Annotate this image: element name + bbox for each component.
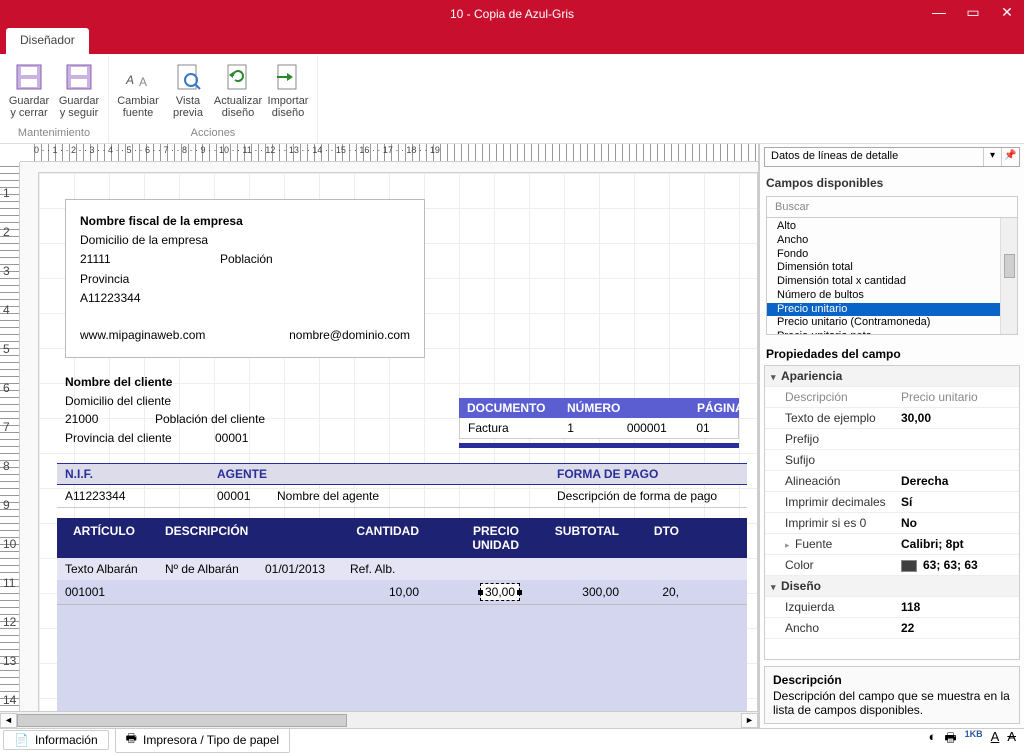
- design-canvas-scroll[interactable]: Nombre fiscal de la empresa Domicilio de…: [20, 162, 758, 711]
- status-icon-2[interactable]: 🖶: [944, 729, 956, 751]
- field-item[interactable]: Precio unitario: [767, 303, 1017, 317]
- status-icon-3[interactable]: 1KB: [965, 729, 983, 751]
- properties-panel: Datos de líneas de detalle ▾ 📌 Campos di…: [759, 144, 1024, 728]
- company-web: www.mipaginaweb.com: [80, 326, 205, 345]
- tab-designer[interactable]: Diseñador: [6, 28, 89, 54]
- design-canvas[interactable]: Nombre fiscal de la empresa Domicilio de…: [38, 172, 758, 711]
- fields-scrollbar[interactable]: [1000, 218, 1017, 334]
- preview-button[interactable]: Vista previa: [163, 58, 213, 127]
- import-design-button[interactable]: Importar diseño: [263, 58, 313, 127]
- fields-search-input[interactable]: Buscar: [767, 197, 1017, 218]
- title-bar: 10 - Copia de Azul-Gris — ▭ ✕: [0, 0, 1024, 28]
- status-info-button[interactable]: 📄Información: [3, 730, 109, 750]
- company-box[interactable]: Nombre fiscal de la empresa Domicilio de…: [65, 199, 425, 358]
- field-properties-title: Propiedades del campo: [766, 347, 1020, 361]
- document-box[interactable]: DOCUMENTONÚMEROPÁGINA Factura100000101: [459, 398, 739, 448]
- refresh-design-button[interactable]: Actualizar diseño: [213, 58, 263, 127]
- ribbon-tabs: Diseñador: [0, 28, 1024, 54]
- field-item[interactable]: Dimensión total: [767, 261, 1017, 275]
- color-swatch[interactable]: [901, 560, 917, 572]
- printer-icon: 🖶: [126, 729, 137, 750]
- save-continue-button[interactable]: Guardar y seguir: [54, 58, 104, 127]
- import-icon: [272, 61, 304, 93]
- field-item[interactable]: Ancho: [767, 234, 1017, 248]
- horizontal-ruler: 0 · · 1 · · 2 · · 3 · · 4 · · 5 · · 6 · …: [20, 144, 758, 162]
- section-selector[interactable]: Datos de líneas de detalle ▾ 📌: [764, 147, 1020, 167]
- nif-agent-row[interactable]: N.I.F.AGENTEFORMA DE PAGO A1122334400001…: [57, 463, 747, 508]
- preview-icon: [172, 61, 204, 93]
- company-address: Domicilio de la empresa: [80, 231, 410, 250]
- chevron-down-icon[interactable]: ▾: [983, 148, 1001, 166]
- pin-icon[interactable]: 📌: [1001, 148, 1019, 166]
- company-nif: A11223344: [80, 289, 410, 308]
- minimize-button[interactable]: —: [922, 0, 956, 24]
- save-close-button[interactable]: Guardar y cerrar: [4, 58, 54, 127]
- fields-list[interactable]: AltoAnchoFondoDimensión totalDimensión t…: [767, 218, 1017, 334]
- font-icon: AA: [122, 61, 154, 93]
- field-item[interactable]: Precio unitario neto: [767, 330, 1017, 334]
- field-item[interactable]: Precio unitario (Contramoneda): [767, 316, 1017, 330]
- status-bar: 📄Información 🖶Impresora / Tipo de papel …: [0, 728, 1024, 750]
- vertical-ruler: 1234567891011121314--: [0, 162, 20, 711]
- ribbon-group-actions: Acciones: [113, 127, 313, 141]
- fields-available-title: Campos disponibles: [766, 176, 1020, 190]
- info-icon: 📄: [14, 733, 29, 747]
- svg-text:A: A: [125, 73, 134, 87]
- scroll-thumb[interactable]: [17, 714, 347, 727]
- client-box[interactable]: Nombre del cliente Domicilio del cliente…: [65, 373, 265, 447]
- status-printer-button[interactable]: 🖶Impresora / Tipo de papel: [115, 726, 290, 753]
- details-grid[interactable]: ARTÍCULO DESCRIPCIÓN CANTIDAD PRECIO UNI…: [57, 518, 747, 711]
- field-item[interactable]: Fondo: [767, 248, 1017, 262]
- field-item[interactable]: Dimensión total x cantidad: [767, 275, 1017, 289]
- status-underline-icon[interactable]: A: [991, 729, 1000, 751]
- ribbon: Guardar y cerrar Guardar y seguir Manten…: [0, 54, 1024, 144]
- svg-text:A: A: [139, 75, 147, 89]
- scroll-right-button[interactable]: ►: [741, 713, 758, 728]
- change-font-button[interactable]: AA Cambiar fuente: [113, 58, 163, 127]
- properties-grid[interactable]: ▾Apariencia DescripciónPrecio unitario T…: [764, 365, 1020, 660]
- save-close-icon: [13, 61, 45, 93]
- field-item[interactable]: Alto: [767, 220, 1017, 234]
- status-icon-1[interactable]: ◐: [929, 729, 937, 751]
- field-item[interactable]: Número de bultos: [767, 289, 1017, 303]
- status-strike-icon[interactable]: A: [1007, 729, 1016, 751]
- close-button[interactable]: ✕: [990, 0, 1024, 24]
- window-title: 10 - Copia de Azul-Gris: [450, 7, 574, 21]
- scroll-left-button[interactable]: ◄: [0, 713, 17, 728]
- ribbon-group-maint: Mantenimiento: [4, 127, 104, 141]
- maximize-button[interactable]: ▭: [956, 0, 990, 24]
- company-name: Nombre fiscal de la empresa: [80, 212, 410, 231]
- save-continue-icon: [63, 61, 95, 93]
- horizontal-scrollbar[interactable]: ◄ ►: [0, 711, 758, 728]
- company-province: Provincia: [80, 270, 410, 289]
- description-box: Descripción Descripción del campo que se…: [764, 666, 1020, 724]
- selected-field-precio-unitario[interactable]: 30,00: [481, 584, 519, 600]
- refresh-icon: [222, 61, 254, 93]
- company-email: nombre@dominio.com: [289, 326, 410, 345]
